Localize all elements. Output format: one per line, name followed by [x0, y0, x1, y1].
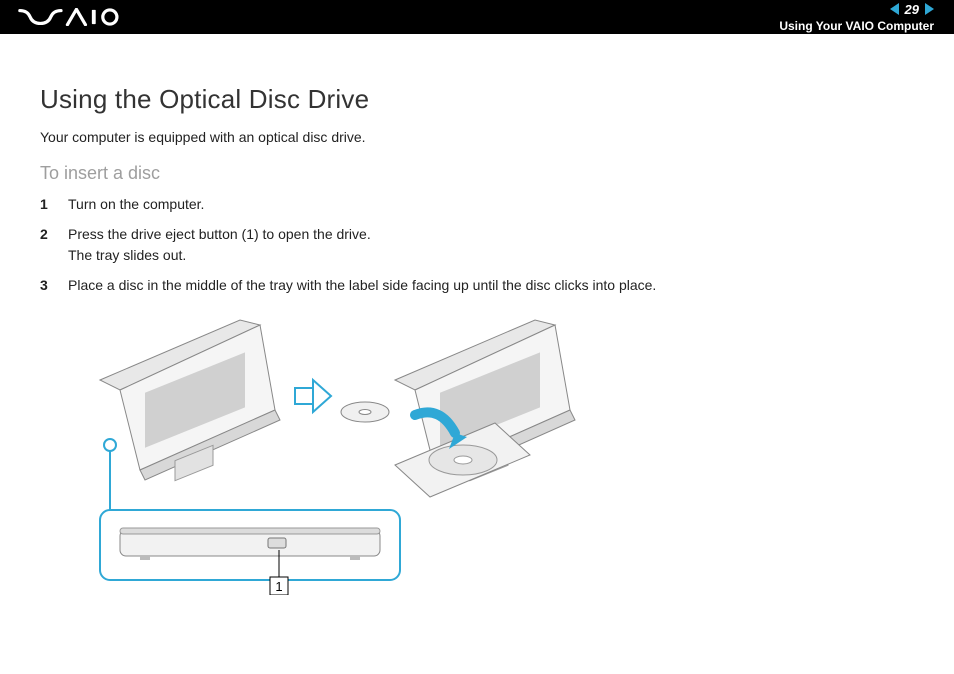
step-item: Press the drive eject button (1) to open… — [40, 224, 914, 265]
page-content: Using the Optical Disc Drive Your comput… — [0, 34, 954, 615]
step-item: Turn on the computer. — [40, 194, 914, 214]
disc-drive-diagram: 1 — [90, 315, 650, 595]
header-bar: 29 Using Your VAIO Computer — [0, 0, 954, 34]
steps-list: Turn on the computer. Press the drive ej… — [40, 194, 914, 295]
step-text: Turn on the computer. — [68, 196, 204, 212]
header-right: 29 Using Your VAIO Computer — [779, 2, 934, 33]
callout-number: 1 — [275, 579, 282, 594]
step-item: Place a disc in the middle of the tray w… — [40, 275, 914, 295]
nav-prev-icon[interactable] — [890, 3, 899, 15]
sub-heading: To insert a disc — [40, 163, 914, 184]
vaio-logo — [15, 8, 125, 26]
illustration: 1 — [90, 315, 914, 595]
nav-next-icon[interactable] — [925, 3, 934, 15]
section-label: Using Your VAIO Computer — [779, 19, 934, 33]
page-title: Using the Optical Disc Drive — [40, 84, 914, 115]
intro-text: Your computer is equipped with an optica… — [40, 129, 914, 145]
step-text: Press the drive eject button (1) to open… — [68, 226, 371, 262]
page-number: 29 — [905, 2, 919, 17]
step-text: Place a disc in the middle of the tray w… — [68, 277, 656, 293]
